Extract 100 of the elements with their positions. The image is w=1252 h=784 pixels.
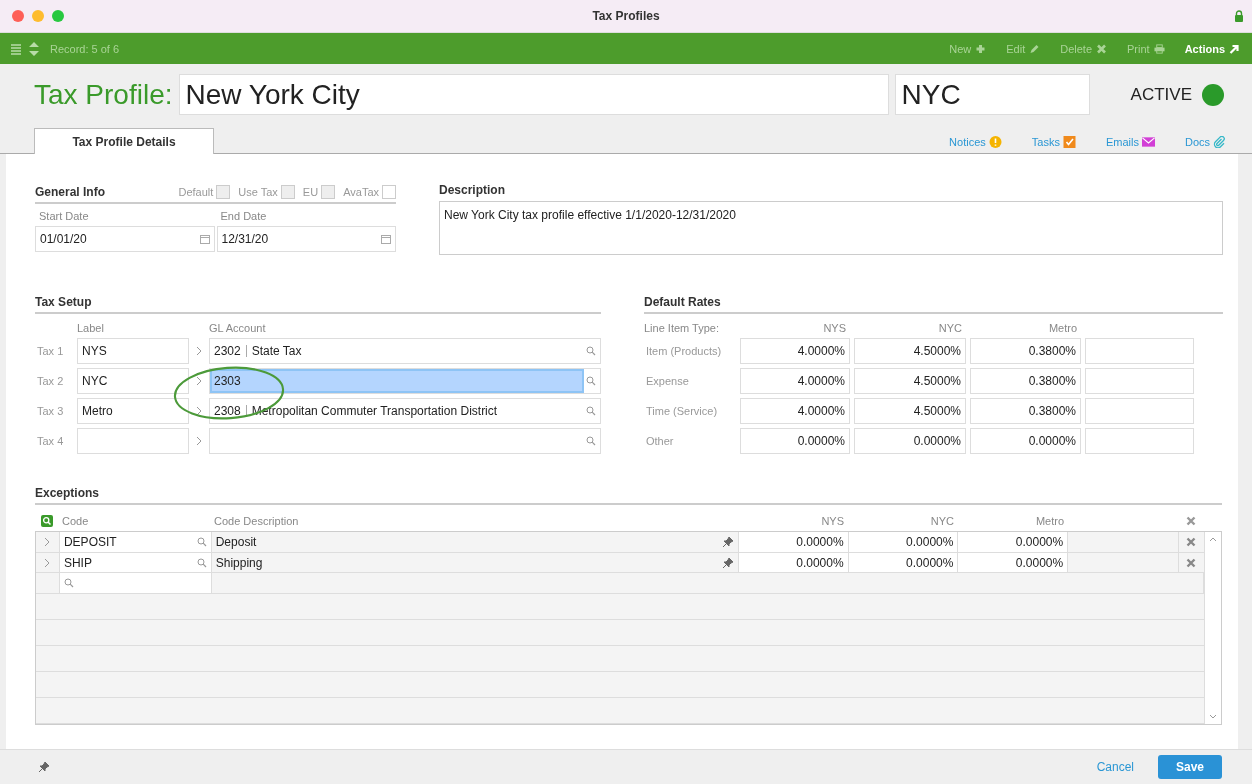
- window-title: Tax Profiles: [592, 9, 660, 23]
- chevron-icon[interactable]: [196, 436, 202, 446]
- table-cell: 0.0000%: [1015, 534, 1064, 549]
- tab[interactable]: Tax Profile Details: [34, 128, 214, 154]
- field-label: End Date: [219, 210, 268, 222]
- table-cell: 0.0000%: [1015, 555, 1064, 570]
- rate-field[interactable]: 4.0000%: [740, 368, 850, 394]
- checkbox-label: Use Tax: [238, 186, 278, 198]
- row-label: Item (Products): [645, 345, 723, 357]
- label-field[interactable]: NYC: [77, 368, 189, 394]
- date-field[interactable]: 12/31/20: [216, 226, 396, 252]
- search-icon[interactable]: [586, 436, 596, 446]
- table-cell: Shipping: [215, 555, 263, 570]
- row-label: Tax 2: [36, 375, 65, 387]
- checkbox-label: EU: [302, 186, 319, 198]
- checkbox[interactable]: [382, 185, 396, 199]
- column-header: Metro: [1035, 515, 1064, 527]
- account-field[interactable]: 2302 State Tax: [209, 338, 601, 364]
- row-label: Tax 1: [36, 345, 65, 357]
- arrow-icon: [1229, 43, 1240, 54]
- search-icon[interactable]: [586, 346, 596, 356]
- menu-icon[interactable]: [10, 41, 22, 56]
- chevron-icon[interactable]: [196, 346, 202, 356]
- table-cell: 0.0000%: [796, 534, 844, 549]
- column-header: Label: [77, 322, 105, 334]
- table-cell: SHIP: [63, 555, 92, 570]
- label-field[interactable]: NYS: [77, 338, 189, 364]
- pencil-icon: [1029, 43, 1041, 54]
- label-field[interactable]: Metro: [77, 398, 189, 424]
- field-label: Start Date: [38, 210, 90, 222]
- column-header: Line Item Type:: [644, 322, 720, 334]
- checkbox-label: Default: [178, 186, 214, 198]
- rate-field[interactable]: 0.3800%: [970, 368, 1081, 394]
- plus-icon: [975, 43, 987, 54]
- scroll-up-icon[interactable]: [1209, 537, 1217, 542]
- pin-icon[interactable]: [721, 535, 734, 548]
- search-icon[interactable]: [40, 515, 53, 527]
- profile-code-field[interactable]: NYC: [894, 74, 1090, 115]
- label-field[interactable]: [77, 428, 189, 454]
- table-cell: 0.0000%: [796, 555, 844, 570]
- search-icon[interactable]: [196, 536, 207, 547]
- date-field[interactable]: 01/01/20: [35, 226, 215, 252]
- section-title: General Info: [35, 185, 105, 199]
- description-field[interactable]: New York City tax profile effective 1/1/2020-12/31/2020: [439, 201, 1223, 255]
- calendar-icon[interactable]: [381, 234, 391, 244]
- column-header: GL Account: [209, 322, 267, 334]
- rate-field[interactable]: 4.5000%: [854, 338, 966, 364]
- pin-icon[interactable]: [721, 556, 734, 569]
- record-counter: Record: 5 of 6: [50, 42, 120, 55]
- rate-field[interactable]: 4.0000%: [740, 398, 850, 424]
- rate-field[interactable]: [1085, 398, 1194, 424]
- profile-name-field[interactable]: New York City: [178, 74, 889, 115]
- row-label: Tax 4: [36, 435, 65, 447]
- rate-field[interactable]: 0.0000%: [740, 428, 850, 454]
- search-icon[interactable]: [586, 406, 596, 416]
- rate-field[interactable]: [1085, 368, 1194, 394]
- column-header: Code: [62, 515, 89, 527]
- scroll-down-icon[interactable]: [1209, 714, 1217, 719]
- zoom-button[interactable]: [52, 10, 64, 22]
- table-cell: Deposit: [215, 534, 257, 549]
- chevron-icon[interactable]: [44, 536, 51, 547]
- column-header: Metro: [1047, 322, 1078, 334]
- calendar-icon[interactable]: [199, 234, 210, 244]
- rate-field[interactable]: 0.0000%: [970, 428, 1081, 454]
- account-field[interactable]: 2303: [209, 368, 601, 394]
- paperclip-icon: [1213, 136, 1226, 148]
- column-header: NYC: [937, 322, 963, 334]
- chevron-icon[interactable]: [44, 557, 51, 568]
- chevron-icon[interactable]: [196, 406, 202, 416]
- rate-field[interactable]: 0.3800%: [970, 338, 1081, 364]
- up-down-arrows-icon[interactable]: [28, 41, 40, 56]
- pin-icon[interactable]: [38, 761, 50, 773]
- chevron-icon[interactable]: [196, 376, 202, 386]
- column-header: NYS: [821, 515, 844, 527]
- minimize-button[interactable]: [32, 10, 44, 22]
- checkbox-label: AvaTax: [343, 186, 379, 198]
- delete-icon[interactable]: [1186, 557, 1197, 568]
- rate-field[interactable]: [1085, 428, 1194, 454]
- search-icon[interactable]: [586, 376, 596, 386]
- rate-field[interactable]: 4.0000%: [740, 338, 850, 364]
- row-label: Other: [645, 435, 675, 447]
- status-label: ACTIVE: [1130, 84, 1192, 105]
- delete-icon[interactable]: [1186, 536, 1197, 547]
- rate-field[interactable]: 0.3800%: [970, 398, 1081, 424]
- table-cell: 0.0000%: [906, 534, 954, 549]
- account-field[interactable]: [209, 428, 601, 454]
- envelope-icon: [1141, 136, 1155, 148]
- search-icon[interactable]: [64, 578, 74, 589]
- rate-field[interactable]: [1085, 338, 1194, 364]
- rate-field[interactable]: 4.5000%: [854, 398, 966, 424]
- delete-icon[interactable]: [1185, 516, 1196, 526]
- section-title: Default Rates: [644, 295, 721, 309]
- rate-field[interactable]: 4.5000%: [854, 368, 966, 394]
- lock-icon: [1234, 10, 1244, 22]
- rate-field[interactable]: 0.0000%: [854, 428, 966, 454]
- section-title: Tax Setup: [35, 295, 92, 309]
- close-button[interactable]: [12, 10, 24, 22]
- search-icon[interactable]: [196, 557, 207, 568]
- section-title: Description: [439, 183, 506, 199]
- section-title: Exceptions: [35, 486, 100, 500]
